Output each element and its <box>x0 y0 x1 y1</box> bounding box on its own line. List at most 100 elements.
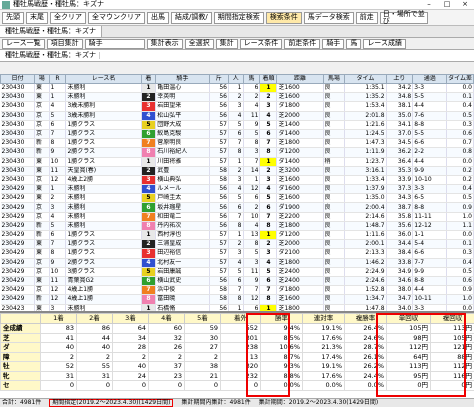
col-header[interactable]: 上り <box>385 74 414 84</box>
table-cell: 56 <box>209 276 229 287</box>
table-cell: 34.0 <box>386 304 414 311</box>
table-cell: 5 <box>228 193 244 204</box>
sort-select[interactable]: 日・場所で並び <box>379 10 428 24</box>
table-row[interactable]: 230429 東 1 未勝利 4 ルメール 56 4 12 4 ダ1600 良 1:37.9 37.3 3-… <box>0 184 474 195</box>
col-header[interactable]: 馬 <box>242 74 261 84</box>
race-result-button[interactable]: レース成績 <box>363 38 406 49</box>
entry-button[interactable]: 出馬 <box>147 11 169 24</box>
summary-cell: 17.4% <box>302 351 345 362</box>
table-cell: 芝1600 <box>276 294 324 305</box>
col-header[interactable]: 斤 <box>208 74 229 84</box>
table-cell: 230429 <box>0 285 35 296</box>
col-header[interactable]: 日付 <box>0 74 35 84</box>
col-header[interactable]: 着順 <box>259 74 278 84</box>
col-header[interactable]: タイム差 <box>446 74 474 84</box>
table-cell: 8 <box>228 221 244 232</box>
last-button[interactable]: 末尾 <box>26 11 48 24</box>
table-cell: 9 <box>243 120 261 130</box>
horse-button[interactable]: 馬 <box>346 38 362 49</box>
col-header[interactable]: 着 <box>140 74 157 84</box>
table-cell: 7-7 <box>412 258 448 268</box>
search-conditions-button[interactable]: 検索条件 <box>265 11 302 24</box>
table-row[interactable]: 230430 東 10 1勝クラス 1 川田将雅 57 1 7 1 ダ1400 稍 1:23.7 36.4… <box>0 157 474 167</box>
minimize-button[interactable]: – <box>420 1 438 8</box>
table-row[interactable]: 230430 京 4 3歳未勝利 3 岩田望来 56 3 4 3 ダ1800 良 1:53.4 38.1 4… <box>0 101 474 112</box>
summary-cell: 40 <box>76 342 113 353</box>
table-row[interactable]: 230429 新 5 未勝利 8 丹内祐次 56 8 4 8 芝1800 良 1:48.7 35.6 12-… <box>0 221 474 232</box>
summary-row: 障 2 2 2 2 2 13 8.7% 17.4% 26.1% 64円 88円 <box>0 351 474 362</box>
aggregate-display-button[interactable]: 集計表示 <box>146 38 183 49</box>
table-cell: 36.0 <box>386 230 414 241</box>
prev-condition-button[interactable]: 前走条件 <box>284 38 321 49</box>
table-row[interactable]: 230423 東 3 未勝利 1 石橋脩 56 1 6 1 芝1800 良 1:47.8 34.0 3-3 0… <box>0 304 474 311</box>
col-header[interactable]: 通過 <box>412 74 448 84</box>
summary-cell: 全成績 <box>0 323 41 334</box>
table-cell: 57 <box>209 230 229 241</box>
horse-data-search-button[interactable]: 馬データ検索 <box>303 11 354 24</box>
table-row[interactable]: 230430 東 1 未勝利 2 幸英明 56 2 2 2 芝1600 良 1:35.2 34.8 5-5 0… <box>0 92 474 103</box>
col-header[interactable]: タイム <box>344 74 387 84</box>
table-row[interactable]: 230430 京 7 1勝クラス 6 鮫島克駿 57 6 5 6 ダ1400 良 1:24.5 37.0 5… <box>0 129 474 140</box>
table-row[interactable]: 230429 京 4 未勝利 7 和田竜二 56 7 10 7 芝2200 良 2:14.6 35.8 11… <box>0 212 474 222</box>
table-row[interactable]: 230430 東 11 天皇賞(春) 2 武豊 58 2 14 2 芝3200 良 3:16.1 35.3… <box>0 166 474 176</box>
tab-sire-record[interactable]: 種牡馬戦歴・種牡馬：キズナ <box>0 26 102 37</box>
table-row[interactable]: 230430 京 6 1勝クラス 5 団野大成 57 5 9 5 芝1400 良 1:21.6 34.1 8… <box>0 120 474 130</box>
table-row[interactable]: 230429 東 7 1勝クラス 2 三浦皇成 57 2 8 2 芝2000 良 2:00.1 34.4 5… <box>0 239 474 250</box>
col-header[interactable]: 騎手 <box>155 74 210 84</box>
race-list-button[interactable]: レース一覧 <box>2 38 45 49</box>
table-row[interactable]: 230430 新 9 2勝クラス 8 石川裕紀人 57 8 3 8 ダ1200 良 1:11.9 36.2… <box>0 147 474 158</box>
select-all-button[interactable]: 全選択 <box>184 38 214 49</box>
table-cell: 4 <box>228 184 244 195</box>
table-cell: 5 <box>243 248 261 259</box>
table-row[interactable]: 230429 京 9 2勝クラス 4 北村友一 57 4 3 4 芝1800 良 1:46.2 33.8 7… <box>0 258 474 268</box>
clear-all-button[interactable]: 全クリア <box>50 11 86 24</box>
table-row[interactable]: 230429 東 11 青葉賞G2 6 横山武史 56 6 9 6 芝2400 良 2:24.6 34.6… <box>0 276 474 287</box>
table-row[interactable]: 230430 東 1 未勝利 1 亀田温心 56 1 6 1 芝1600 良 1:35.1 34.2 3-3… <box>0 83 474 94</box>
table-row[interactable]: 230429 京 10 3勝クラス 5 岩田康誠 57 5 11 5 芝2400 良 2:24.9 34.… <box>0 267 474 277</box>
table-cell: 12 <box>49 175 67 186</box>
table-row[interactable]: 230430 京 12 4歳上2勝 3 横山典弘 58 3 1 3 芝1600 良 1:33.4 33.9… <box>0 175 474 186</box>
maximize-button[interactable]: □ <box>438 1 456 8</box>
period-search-button[interactable]: 期間指定検索 <box>213 11 264 24</box>
summary-cell: 88円 <box>430 351 474 362</box>
col-header[interactable]: 馬場 <box>322 74 346 84</box>
table-cell: 56 <box>209 92 229 103</box>
table-row[interactable]: 230429 京 3 未勝利 6 坂井瑠星 56 6 2 6 ダ1900 良 2:00.4 38.7 8-8… <box>0 202 474 213</box>
table-cell: 1勝クラス <box>65 248 142 259</box>
col-header[interactable]: 距離 <box>276 74 324 84</box>
clear-marks-button[interactable]: 全マウンクリア <box>88 11 145 24</box>
training-button[interactable]: 結成/調教/ <box>171 11 212 24</box>
table-row[interactable]: 230429 東 8 1勝クラス 3 田辺裕信 57 3 5 3 ダ2100 良 2:13.3 38.4 6… <box>0 248 474 259</box>
aggregate-by-select[interactable]: 騎手 <box>84 38 145 49</box>
table-cell: 9-9 <box>412 166 448 176</box>
table-cell: 4歳上2勝 <box>65 175 142 186</box>
table-row[interactable]: 230430 新 8 1勝クラス 7 菅原明良 57 7 8 7 芝1800 良 1:47.3 34.5 6… <box>0 138 474 149</box>
summary-cell: 17.6% <box>302 332 345 343</box>
table-cell: 芝1800 <box>276 221 324 232</box>
col-header[interactable]: レース名 <box>65 74 142 84</box>
table-row[interactable]: 230429 新 6 1勝クラス 1 西村淳也 57 1 13 1 ダ1200 良 1:11.6 36.0… <box>0 230 474 241</box>
close-button[interactable]: × <box>456 1 474 8</box>
col-header[interactable]: R <box>48 74 67 84</box>
jockey-button[interactable]: 騎手 <box>322 38 345 49</box>
table-cell: 2 <box>259 166 278 176</box>
table-cell: 12 <box>243 184 261 195</box>
race-condition-button[interactable]: レース条件 <box>239 38 283 49</box>
table-cell: ルメール <box>155 184 210 195</box>
table-cell: 230423 <box>0 304 35 311</box>
col-header[interactable]: 場 <box>33 74 50 84</box>
aggregate-button[interactable]: 集計 <box>215 38 238 49</box>
tab-sire-record-2[interactable]: 種牡馬戦歴・種牡馬：キズナ <box>2 52 100 59</box>
table-row[interactable]: 230429 新 12 4歳上1勝 8 富田暁 58 8 12 8 芝1600 良 1:34.7 34.7… <box>0 294 474 305</box>
table-row[interactable]: 230429 東 2 未勝利 5 戸崎圭太 56 5 6 5 芝1600 良 1:35.0 34.3 6-5… <box>0 193 474 204</box>
first-button[interactable]: 先頭 <box>2 11 24 24</box>
table-row[interactable]: 230429 京 12 4歳上1勝 7 浜中俊 58 7 7 7 ダ1800 良 1:52.8 38.0 4… <box>0 285 474 296</box>
item-aggregate-button[interactable]: 項目集計 <box>46 38 83 49</box>
table-cell: 6-6 <box>412 248 448 259</box>
previous-run-button[interactable]: 前走 <box>355 11 378 24</box>
table-row[interactable]: 230430 京 5 3歳未勝利 4 松山弘平 56 4 11 4 芝2000 良 2:01.8 35.0… <box>0 111 474 121</box>
table-cell: 1:53.4 <box>344 101 387 112</box>
table-cell: 新 <box>34 138 50 149</box>
table-cell: 57 <box>209 258 229 268</box>
col-header[interactable]: 人 <box>227 74 244 84</box>
